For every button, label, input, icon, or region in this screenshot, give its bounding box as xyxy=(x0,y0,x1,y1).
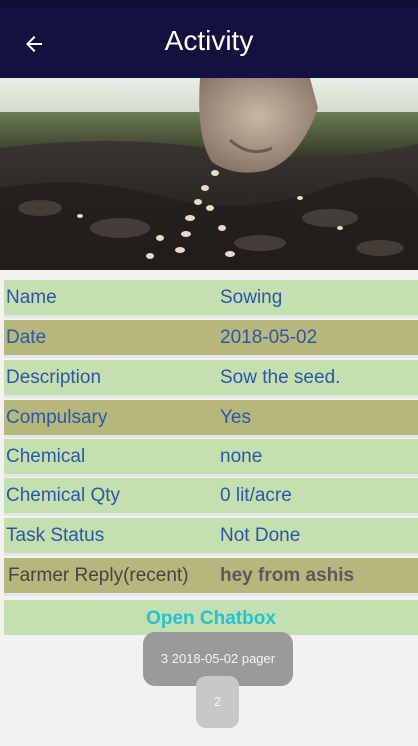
detail-label: Description xyxy=(6,367,102,388)
detail-value: none xyxy=(220,446,263,467)
open-chatbox-button[interactable]: Open Chatbox xyxy=(4,600,418,635)
detail-row-compulsary: Compulsary Yes xyxy=(4,400,418,438)
status-bar xyxy=(0,0,418,8)
detail-row-date: Date 2018-05-02 xyxy=(4,320,418,358)
detail-value: Not Done xyxy=(220,525,301,546)
detail-row-description: Description Sow the seed. xyxy=(4,360,418,398)
detail-value: Sowing xyxy=(220,287,283,308)
detail-label: Farmer Reply(recent) xyxy=(8,565,189,586)
hero-image xyxy=(0,78,418,270)
detail-label: Task Status xyxy=(6,525,105,546)
pager-indicator[interactable]: 2 xyxy=(196,676,239,728)
detail-value: Sow the seed. xyxy=(220,367,341,388)
detail-value: hey from ashis xyxy=(220,565,355,586)
detail-label: Compulsary xyxy=(6,407,108,428)
app-bar: Activity xyxy=(0,0,418,78)
detail-row-task-status: Task Status Not Done xyxy=(4,518,418,556)
detail-value: 2018-05-02 xyxy=(220,327,318,348)
detail-value: Yes xyxy=(220,407,251,428)
detail-label: Chemical xyxy=(6,446,86,467)
detail-label: Chemical Qty xyxy=(6,485,121,506)
detail-row-chemical: Chemical none xyxy=(4,439,418,477)
detail-label: Name xyxy=(6,287,57,308)
sowing-photo xyxy=(0,78,418,270)
detail-row-farmer-reply: Farmer Reply(recent) hey from ashis xyxy=(4,558,418,596)
detail-row-chemical-qty: Chemical Qty 0 lit/acre xyxy=(4,478,418,516)
detail-label: Date xyxy=(6,327,47,348)
detail-value: 0 lit/acre xyxy=(220,485,292,506)
open-chatbox-label: Open Chatbox xyxy=(146,608,276,629)
detail-row-name: Name Sowing xyxy=(4,280,418,318)
page-title: Activity xyxy=(164,25,254,56)
